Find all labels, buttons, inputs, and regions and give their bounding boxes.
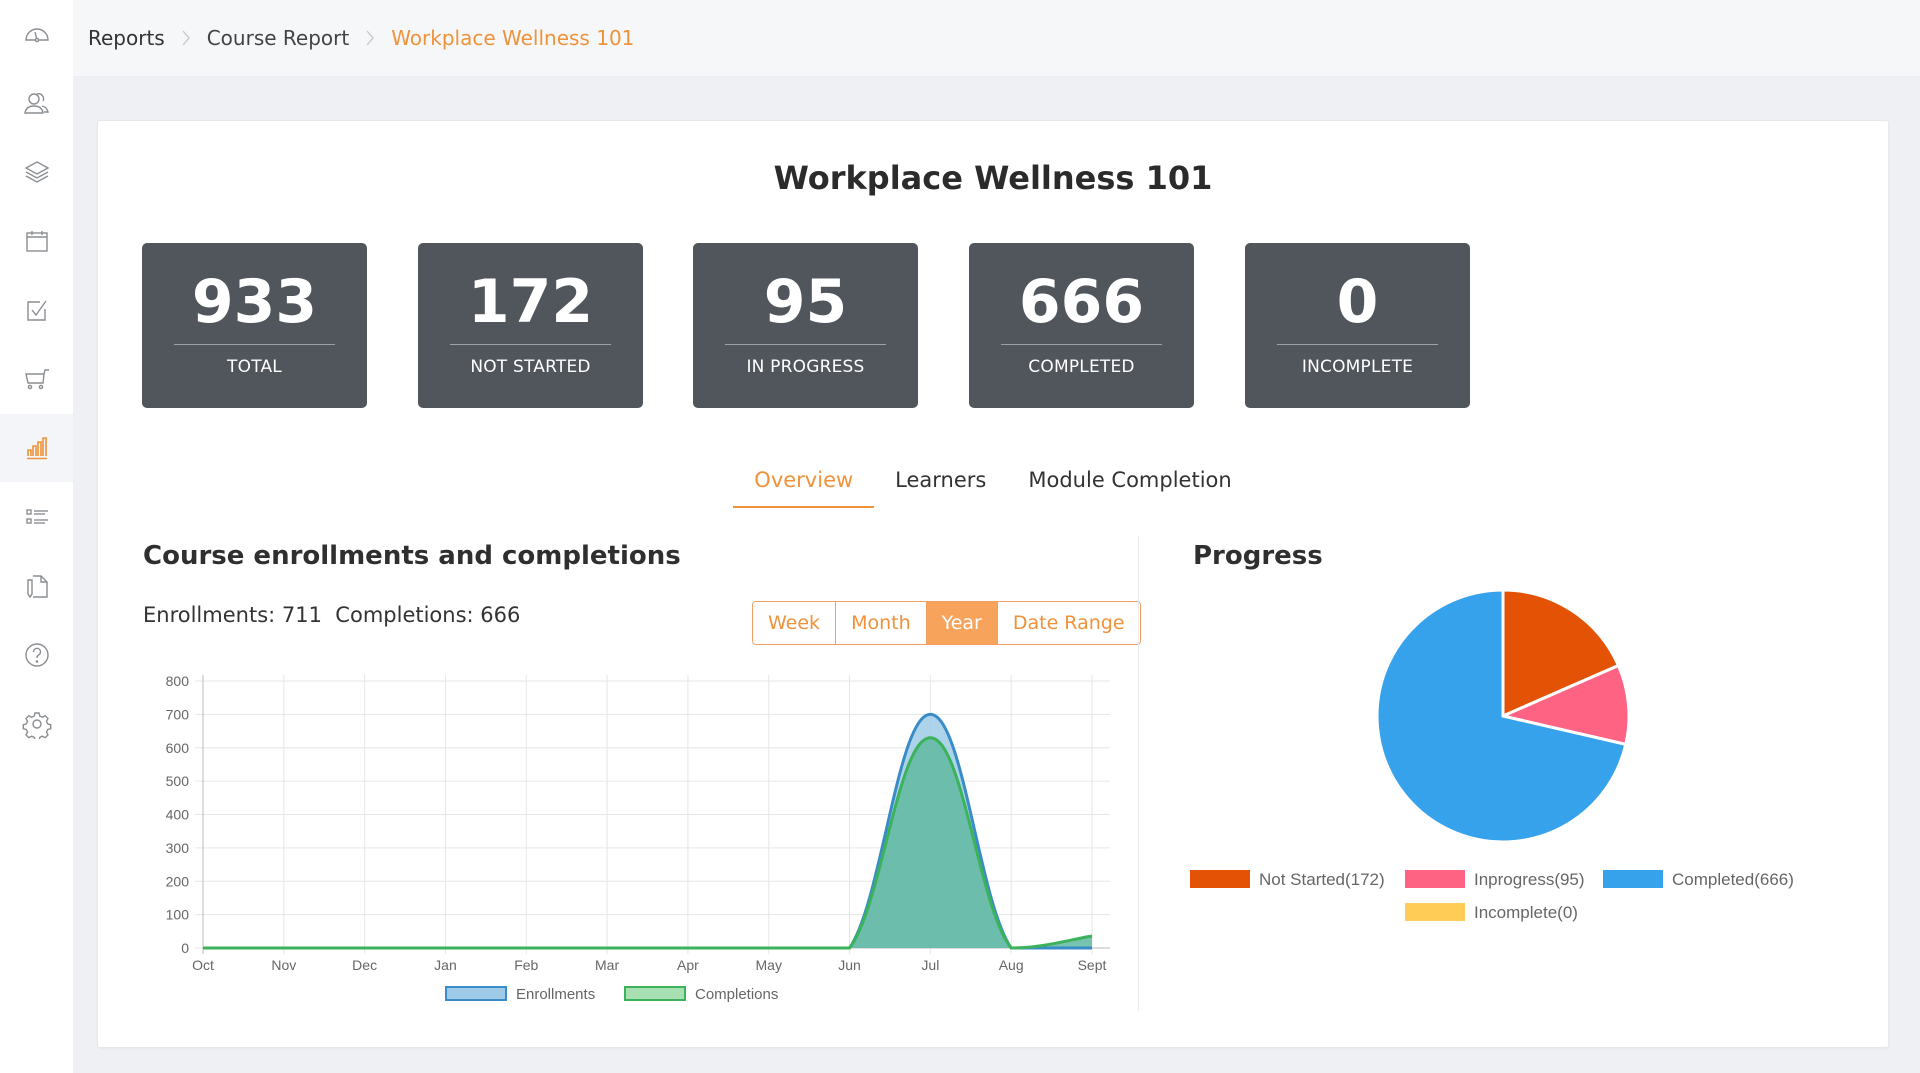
pie-legend-label: Not Started(172) <box>1259 870 1385 889</box>
y-tick-label: 500 <box>166 773 190 789</box>
sidebar <box>0 0 73 1073</box>
pie-legend-swatch <box>1405 903 1465 921</box>
y-tick-label: 800 <box>166 673 190 689</box>
layers-icon <box>24 161 49 183</box>
checkbox-icon <box>26 300 47 321</box>
y-tick-label: 0 <box>181 940 189 956</box>
users-icon <box>23 93 49 114</box>
y-tick-label: 200 <box>166 873 190 889</box>
x-tick-label: Feb <box>514 957 538 973</box>
x-tick-label: Sept <box>1078 957 1107 973</box>
calendar-icon <box>25 231 48 252</box>
x-tick-label: Jun <box>838 957 861 973</box>
document-edit-icon <box>26 575 48 599</box>
pie-legend-label: Completed(666) <box>1672 870 1794 889</box>
x-tick-label: Oct <box>192 957 214 973</box>
stat-value: 0 <box>1336 267 1379 337</box>
sidebar-item-reports[interactable] <box>0 414 73 482</box>
pie-legend-label: Incomplete(0) <box>1474 903 1578 922</box>
y-tick-label: 700 <box>166 706 190 722</box>
x-tick-label: Jul <box>921 957 939 973</box>
enrollments-chart: 0 100 200 300 400 500 600 700 800 Oct Nov Dec Jan Feb… <box>166 673 1110 1003</box>
stat-label: INCOMPLETE <box>1301 357 1414 377</box>
x-tick-label: Nov <box>271 957 296 973</box>
sidebar-item-courses[interactable] <box>0 138 73 206</box>
x-tick-label: Dec <box>352 957 377 973</box>
gear-icon <box>22 712 51 739</box>
progress-section-title: Progress <box>1193 541 1323 571</box>
sidebar-item-store[interactable] <box>0 345 73 413</box>
chevron-right-icon <box>181 29 191 47</box>
pie-legend-swatch <box>1190 870 1250 888</box>
x-tick-label: Apr <box>677 957 699 973</box>
x-tick-label: Jan <box>434 957 457 973</box>
sidebar-item-settings[interactable] <box>0 690 73 758</box>
sidebar-item-users[interactable] <box>0 69 73 137</box>
breadcrumb-course-report[interactable]: Course Report <box>207 26 349 50</box>
y-tick-label: 600 <box>166 740 190 756</box>
cart-icon <box>24 369 49 390</box>
sidebar-item-documents[interactable] <box>0 552 73 620</box>
pie-legend-swatch <box>1405 870 1465 888</box>
enrollments-legend-swatch <box>445 986 507 1001</box>
sidebar-item-calendar[interactable] <box>0 207 73 275</box>
chevron-right-icon <box>365 29 375 47</box>
pie-slice-not-started <box>1501 588 1621 719</box>
x-tick-label: Mar <box>595 957 619 973</box>
sidebar-item-lists[interactable] <box>0 483 73 551</box>
course-report-card: Workplace Wellness 101 933 TOTAL 172 NOT… <box>97 120 1889 1048</box>
x-tick-label: May <box>756 957 782 973</box>
pie-legend-swatch <box>1603 870 1663 888</box>
y-tick-label: 100 <box>166 907 190 923</box>
help-icon <box>24 643 49 667</box>
breadcrumb-current: Workplace Wellness 101 <box>391 26 635 50</box>
breadcrumb-reports[interactable]: Reports <box>88 26 165 50</box>
pie-slice-inprogress <box>1498 663 1631 747</box>
sidebar-item-help[interactable] <box>0 621 73 689</box>
stat-card-incomplete: 0 INCOMPLETE <box>1245 243 1470 408</box>
list-icon <box>25 509 48 524</box>
y-tick-label: 400 <box>166 807 190 823</box>
enrollments-legend-label: Enrollments <box>516 986 595 1003</box>
sidebar-item-tasks[interactable] <box>0 276 73 344</box>
stat-divider <box>1277 344 1438 345</box>
speedometer-icon <box>24 28 49 43</box>
y-tick-label: 300 <box>166 840 190 856</box>
completions-legend-label: Completions <box>695 986 778 1003</box>
pie-slice-completed <box>1375 588 1628 844</box>
section-divider <box>1138 536 1139 1011</box>
pie-legend-label: Inprogress(95) <box>1474 870 1585 889</box>
breadcrumb: Reports Course Report Workplace Wellness… <box>73 0 1920 77</box>
x-tick-label: Aug <box>999 957 1024 973</box>
completions-legend-swatch <box>624 986 686 1001</box>
sidebar-item-dashboard[interactable] <box>0 0 73 68</box>
bar-chart-icon <box>26 437 47 460</box>
